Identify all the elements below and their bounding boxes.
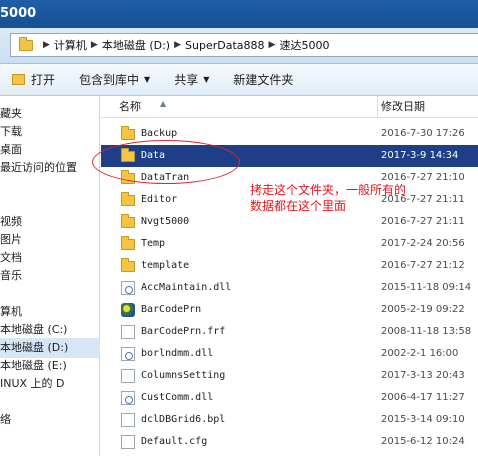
nav-item-downloads[interactable]: 下载 (0, 122, 100, 142)
new-folder-label: 新建文件夹 (233, 73, 294, 87)
file-icon (121, 413, 135, 427)
file-name: Editor (141, 194, 178, 205)
open-icon (12, 74, 25, 85)
file-row-barcodeprn-frf[interactable]: BarCodePrn.frf 2008-11-18 13:58 (101, 321, 478, 343)
nav-item-drive-c[interactable]: 本地磁盘 (C:) (0, 320, 100, 340)
file-name: Nvgt5000 (141, 216, 190, 227)
nav-item-videos[interactable]: 视频 (0, 212, 100, 232)
file-name: BarCodePrn.frf (141, 326, 226, 337)
dropdown-arrow-icon: ▼ (203, 75, 210, 84)
folder-icon (121, 126, 135, 140)
annotation-line-1: 拷走这个文件夹，一般所有的 (250, 183, 407, 197)
address-bar-area: ▶ 计算机 ▶ 本地磁盘 (D:) ▶ SuperData888 ▶ 速达500… (0, 28, 478, 64)
sort-up-icon: ▲ (160, 99, 167, 108)
nav-item-drive-e[interactable]: 本地磁盘 (E:) (0, 356, 100, 376)
title-bar: 5000 (0, 0, 478, 28)
file-row-dcldbgrid6-bpl[interactable]: dclDBGrid6.bpl 2015-3-14 09:10 (101, 409, 478, 431)
share-button[interactable]: 共享 ▼ (174, 71, 209, 88)
file-date: 2005-2-19 09:22 (381, 304, 465, 315)
file-date: 2016-7-27 21:12 (381, 260, 465, 271)
nav-item-desktop[interactable]: 桌面 (0, 140, 100, 160)
chevron-right-icon[interactable]: ▶ (269, 40, 276, 50)
file-date: 2017-2-24 20:56 (381, 238, 465, 249)
new-folder-button[interactable]: 新建文件夹 (233, 71, 293, 88)
nav-item-documents[interactable]: 文档 (0, 248, 100, 268)
file-row-accmaintain-dll[interactable]: AccMaintain.dll 2015-11-18 09:14 (101, 277, 478, 299)
chevron-right-icon[interactable]: ▶ (174, 40, 181, 50)
file-date: 2006-4-17 11:27 (381, 392, 465, 403)
folder-icon (19, 36, 33, 51)
nav-item-pictures[interactable]: 图片 (0, 230, 100, 250)
include-in-library-button[interactable]: 包含到库中 ▼ (79, 71, 150, 88)
folder-icon (121, 236, 135, 250)
file-date: 2015-6-12 10:24 (381, 436, 465, 447)
file-date: 2002-2-1 16:00 (381, 348, 459, 359)
file-date: 2015-3-14 09:10 (381, 414, 465, 425)
dropdown-arrow-icon: ▼ (144, 75, 151, 84)
column-divider[interactable] (377, 96, 378, 118)
open-label: 打开 (31, 73, 56, 87)
file-icon (121, 325, 135, 339)
nav-item-linux-d[interactable]: INUX 上的 D (0, 374, 100, 394)
file-name: Temp (141, 238, 166, 249)
folder-icon (121, 258, 135, 272)
file-row-nvgt5000[interactable]: Nvgt5000 2016-7-27 21:11 (101, 211, 478, 233)
nav-item-network[interactable]: 络 (0, 410, 100, 430)
nav-item-drive-d[interactable]: 本地磁盘 (D:) (0, 338, 100, 358)
breadcrumb-drive-d[interactable]: 本地磁盘 (D:) (102, 37, 170, 53)
file-name: template (141, 260, 190, 271)
chevron-right-icon[interactable]: ▶ (91, 40, 98, 50)
breadcrumb-suda5000[interactable]: 速达5000 (279, 37, 329, 53)
include-in-library-label: 包含到库中 (79, 73, 140, 87)
annotation-line-2: 数据都在这个里面 (250, 199, 347, 213)
dll-icon (121, 347, 135, 361)
nav-item-favorites[interactable]: 藏夹 (0, 104, 100, 124)
file-row-template[interactable]: template 2016-7-27 21:12 (101, 255, 478, 277)
folder-icon (121, 192, 135, 206)
address-bar[interactable]: ▶ 计算机 ▶ 本地磁盘 (D:) ▶ SuperData888 ▶ 速达500… (10, 33, 478, 57)
file-row-default-cfg[interactable]: Default.cfg 2015-6-12 10:24 (101, 431, 478, 453)
file-date: 2016-7-27 21:11 (381, 216, 465, 227)
annotation-note: 拷走这个文件夹，一般所有的 数据都在这个里面 (250, 182, 406, 214)
nav-item-music[interactable]: 音乐 (0, 266, 100, 286)
nav-item-recent[interactable]: 最近访问的位置 (0, 158, 100, 178)
dll-icon (121, 391, 135, 405)
nav-item-computer[interactable]: 算机 (0, 302, 100, 322)
dll-icon (121, 281, 135, 295)
breadcrumb-superdata888[interactable]: SuperData888 (185, 39, 265, 52)
file-date: 2008-11-18 13:58 (381, 326, 472, 337)
breadcrumb-computer[interactable]: 计算机 (54, 37, 87, 53)
folder-icon (121, 214, 135, 228)
share-label: 共享 (174, 73, 199, 87)
file-name: CustComm.dll (141, 392, 214, 403)
navigation-pane: 藏夹 下载 桌面 最近访问的位置 视频 图片 文档 音乐 算机 本地磁盘 (C:… (0, 96, 100, 456)
file-name: AccMaintain.dll (141, 282, 232, 293)
window-title: 5000 (0, 6, 37, 21)
file-date: 2017-3-9 14:34 (381, 150, 459, 161)
file-name: dclDBGrid6.bpl (141, 414, 226, 425)
file-date: 2015-11-18 09:14 (381, 282, 472, 293)
chevron-right-icon[interactable]: ▶ (43, 40, 50, 50)
command-bar: 打开 包含到库中 ▼ 共享 ▼ 新建文件夹 (0, 64, 478, 96)
file-row-borlndmm-dll[interactable]: borlndmm.dll 2002-2-1 16:00 (101, 343, 478, 365)
file-name: Default.cfg (141, 436, 208, 447)
column-header-modified[interactable]: 修改日期 (381, 96, 425, 118)
file-row-custcomm-dll[interactable]: CustComm.dll 2006-4-17 11:27 (101, 387, 478, 409)
file-name: ColumnsSetting (141, 370, 226, 381)
column-header-name[interactable]: 名称 (119, 96, 141, 118)
open-button[interactable]: 打开 (12, 71, 55, 88)
file-icon (121, 369, 135, 383)
file-date: 2016-7-30 17:26 (381, 128, 465, 139)
file-date: 2017-3-13 20:43 (381, 370, 465, 381)
annotation-ellipse (92, 140, 240, 184)
file-name: borlndmm.dll (141, 348, 214, 359)
file-name: BarCodePrn (141, 304, 202, 315)
file-row-temp[interactable]: Temp 2017-2-24 20:56 (101, 233, 478, 255)
file-row-columnssetting[interactable]: ColumnsSetting 2017-3-13 20:43 (101, 365, 478, 387)
application-icon (121, 303, 135, 317)
file-row-barcodeprn[interactable]: BarCodePrn 2005-2-19 09:22 (101, 299, 478, 321)
column-headers: 名称 ▲ 修改日期 (101, 96, 478, 118)
file-icon (121, 435, 135, 449)
